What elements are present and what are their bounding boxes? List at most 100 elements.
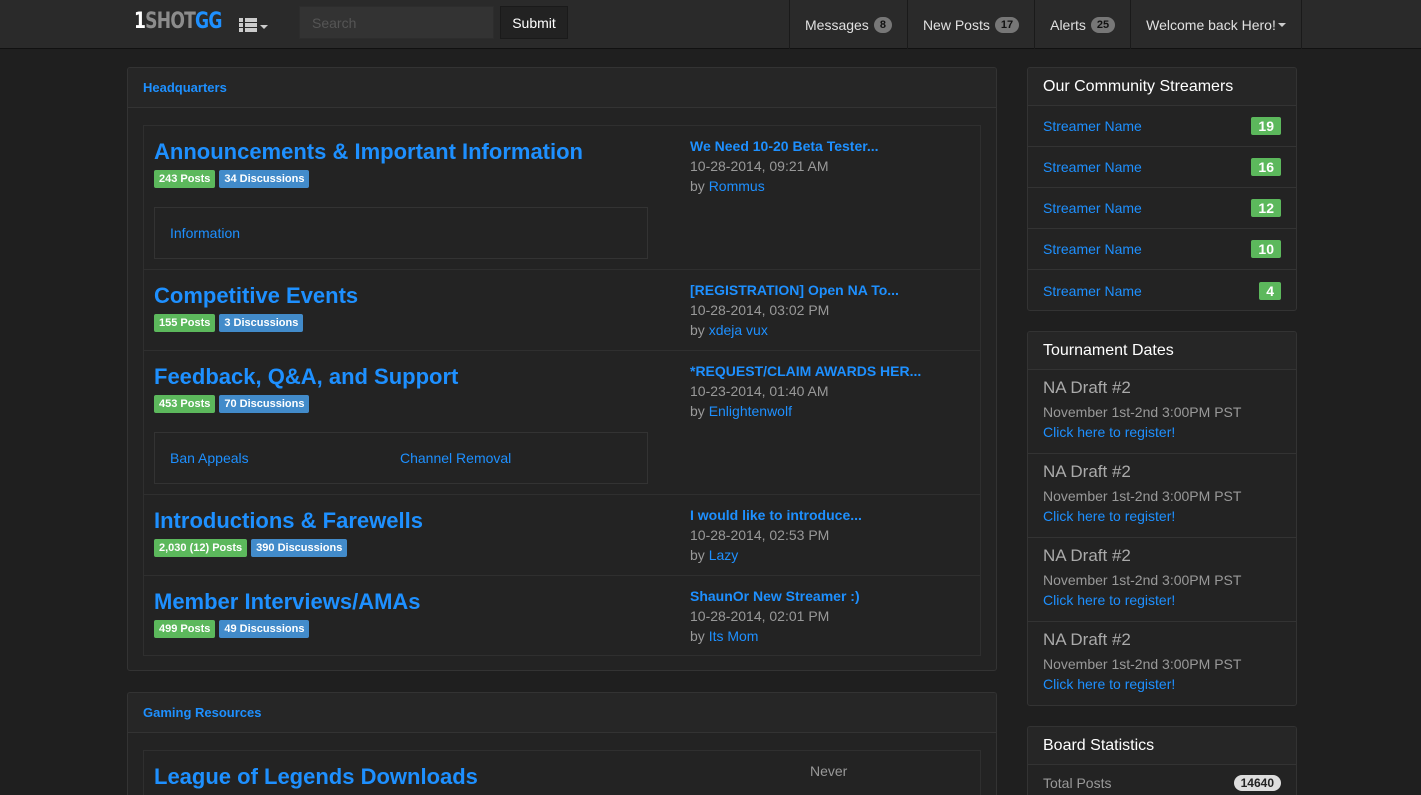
logo-part-3: GG xyxy=(195,9,222,34)
streamer-count-badge: 4 xyxy=(1259,281,1281,300)
last-post-user-link[interactable]: Enlightenwolf xyxy=(709,403,792,419)
subforum-link-information[interactable]: Information xyxy=(170,225,240,241)
forum-badges: 2,030 (12) Posts 390 Discussions xyxy=(154,539,348,557)
tournament-register-link[interactable]: Click here to register! xyxy=(1043,592,1175,608)
nav-messages[interactable]: Messages 8 xyxy=(789,0,907,49)
tournament-register-link[interactable]: Click here to register! xyxy=(1043,424,1175,440)
tournament-register-link[interactable]: Click here to register! xyxy=(1043,676,1175,692)
forum-title-link[interactable]: Introductions & Farewells xyxy=(154,508,423,534)
headquarters-heading: Headquarters xyxy=(128,68,996,108)
last-post-never: Never xyxy=(810,763,848,779)
last-post-title-link[interactable]: *REQUEST/CLAIM AWARDS HER... xyxy=(690,363,921,379)
last-post-date: 10-23-2014, 01:40 AM xyxy=(690,383,829,399)
last-post-user-link[interactable]: Its Mom xyxy=(709,628,759,644)
posts-count-badge: 155 Posts xyxy=(154,314,216,332)
posts-count-badge: 243 Posts xyxy=(154,170,216,188)
gaming-resources-panel: Gaming Resources League of Legends Downl… xyxy=(127,692,997,795)
last-post-by: by Enlightenwolf xyxy=(690,403,792,419)
forum-title-link[interactable]: Announcements & Important Information xyxy=(154,139,583,165)
last-post-user-link[interactable]: Lazy xyxy=(709,547,739,563)
forum-row: Member Interviews/AMAs 499 Posts 49 Disc… xyxy=(144,576,980,657)
tournament-date: November 1st-2nd 3:00PM PST xyxy=(1043,656,1242,672)
logo-part-1: 1 xyxy=(134,9,146,34)
forum-badges: 499 Posts 49 Discussions xyxy=(154,620,310,638)
search-submit-button[interactable]: Submit xyxy=(500,6,568,39)
last-post-by: by Lazy xyxy=(690,547,738,563)
streamer-count-badge: 19 xyxy=(1251,117,1281,135)
user-menu-dropdown[interactable]: Welcome back Hero! xyxy=(1130,0,1302,49)
tournament-row: NA Draft #2 November 1st-2nd 3:00PM PST … xyxy=(1028,622,1296,705)
forum-row: Introductions & Farewells 2,030 (12) Pos… xyxy=(144,495,980,576)
last-post-by: by Its Mom xyxy=(690,628,758,644)
by-label: by xyxy=(690,322,705,338)
last-post-title-link[interactable]: We Need 10-20 Beta Tester... xyxy=(690,138,879,154)
by-label: by xyxy=(690,628,705,644)
streamer-count-badge: 16 xyxy=(1251,158,1281,176)
stat-row: Total Posts 14640 xyxy=(1043,775,1281,791)
last-post-title-link[interactable]: [REGISTRATION] Open NA To... xyxy=(690,282,899,298)
streamer-row: Streamer Name 4 xyxy=(1028,270,1296,310)
streamer-row: Streamer Name 16 xyxy=(1028,147,1296,188)
by-label: by xyxy=(690,178,705,194)
menu-toggle-button[interactable] xyxy=(226,0,280,49)
welcome-text: Welcome back Hero! xyxy=(1146,16,1276,33)
forum-badges: 243 Posts 34 Discussions xyxy=(154,170,310,188)
subforum-link-ban-appeals[interactable]: Ban Appeals xyxy=(170,450,249,466)
last-post-user-link[interactable]: Rommus xyxy=(709,178,765,194)
nav-new-posts[interactable]: New Posts 17 xyxy=(906,0,1034,49)
last-post-date: 10-28-2014, 02:01 PM xyxy=(690,608,830,624)
headquarters-title[interactable]: Headquarters xyxy=(143,80,227,95)
streamer-row: Streamer Name 19 xyxy=(1028,106,1296,147)
stat-value-badge: 14640 xyxy=(1233,775,1281,791)
headquarters-panel: Headquarters Announcements & Important I… xyxy=(127,67,997,671)
forum-title-link[interactable]: Competitive Events xyxy=(154,283,358,309)
forum-row: Feedback, Q&A, and Support 453 Posts 70 … xyxy=(144,351,980,495)
subforum-box: Ban Appeals Channel Removal xyxy=(154,432,648,484)
last-post-user-link[interactable]: xdeja vux xyxy=(709,322,768,338)
streamer-name-link[interactable]: Streamer Name xyxy=(1043,118,1142,134)
forum-title-link[interactable]: Member Interviews/AMAs xyxy=(154,589,421,615)
streamer-name-link[interactable]: Streamer Name xyxy=(1043,241,1142,257)
new-posts-count-badge: 17 xyxy=(994,16,1020,33)
last-post-title-link[interactable]: ShaunOr New Streamer :) xyxy=(690,588,860,604)
last-post-title-link[interactable]: I would like to introduce... xyxy=(690,507,862,523)
tournament-date: November 1st-2nd 3:00PM PST xyxy=(1043,572,1242,588)
subforum-link-channel-removal[interactable]: Channel Removal xyxy=(400,450,511,466)
discussions-count-badge: 34 Discussions xyxy=(219,170,310,188)
forum-list: League of Legends Downloads Never xyxy=(143,750,981,795)
tournament-panel: Tournament Dates NA Draft #2 November 1s… xyxy=(1027,331,1297,706)
messages-count-badge: 8 xyxy=(873,16,892,33)
forum-title-link[interactable]: League of Legends Downloads xyxy=(154,764,478,790)
alerts-count-badge: 25 xyxy=(1090,16,1116,33)
forum-badges: 453 Posts 70 Discussions xyxy=(154,395,310,413)
streamer-name-link[interactable]: Streamer Name xyxy=(1043,200,1142,216)
site-logo[interactable]: 1SHOTGG xyxy=(134,9,222,34)
top-navbar: 1SHOTGG Submit Messages 8 New Posts 17 A… xyxy=(0,0,1421,49)
nav-alerts[interactable]: Alerts 25 xyxy=(1034,0,1130,49)
caret-down-icon xyxy=(259,24,268,29)
streamer-count-badge: 10 xyxy=(1251,240,1281,258)
last-post-date: 10-28-2014, 09:21 AM xyxy=(690,158,829,174)
stat-label: Total Posts xyxy=(1043,775,1112,791)
posts-count-badge: 453 Posts xyxy=(154,395,216,413)
streamer-name-link[interactable]: Streamer Name xyxy=(1043,283,1142,299)
forum-badges: 155 Posts 3 Discussions xyxy=(154,314,304,332)
tournament-name: NA Draft #2 xyxy=(1043,630,1131,649)
streamer-name-link[interactable]: Streamer Name xyxy=(1043,159,1142,175)
tournament-name: NA Draft #2 xyxy=(1043,546,1131,565)
subforum-box: Information xyxy=(154,207,648,259)
streamer-row: Streamer Name 10 xyxy=(1028,229,1296,270)
forum-row: Competitive Events 155 Posts 3 Discussio… xyxy=(144,270,980,351)
forum-title-link[interactable]: Feedback, Q&A, and Support xyxy=(154,364,458,390)
gaming-resources-title[interactable]: Gaming Resources xyxy=(143,705,262,720)
caret-down-icon xyxy=(1277,23,1286,27)
streamers-heading: Our Community Streamers xyxy=(1028,68,1296,106)
discussions-count-badge: 3 Discussions xyxy=(219,314,304,332)
forum-row: Announcements & Important Information 24… xyxy=(144,126,980,270)
tournament-date: November 1st-2nd 3:00PM PST xyxy=(1043,488,1242,504)
forum-list: Announcements & Important Information 24… xyxy=(143,125,981,656)
tournament-register-link[interactable]: Click here to register! xyxy=(1043,508,1175,524)
last-post-by: by xdeja vux xyxy=(690,322,768,338)
tournament-row: NA Draft #2 November 1st-2nd 3:00PM PST … xyxy=(1028,370,1296,454)
search-input[interactable] xyxy=(299,6,494,39)
